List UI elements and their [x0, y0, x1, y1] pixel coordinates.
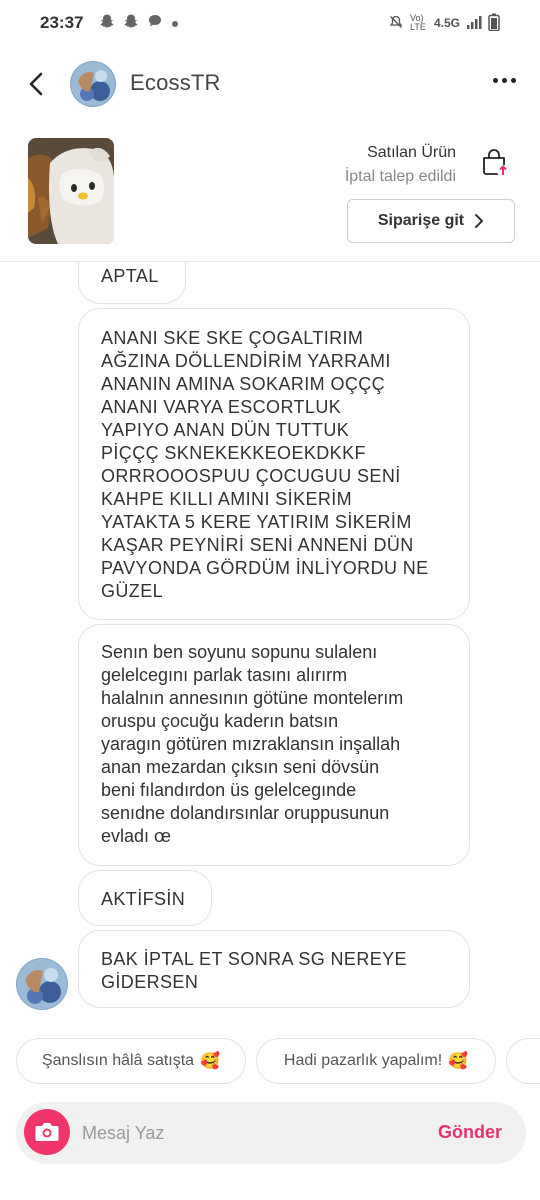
status-time: 23:37 — [40, 13, 84, 32]
system-icons: Vo) LTE 4.5G — [388, 13, 500, 34]
message-bubble[interactable]: AKTİFSİN — [78, 870, 212, 926]
message-bubble[interactable]: APTAL — [78, 262, 186, 304]
more-dot — [502, 78, 507, 83]
chat-bubble-icon — [147, 13, 163, 33]
product-image[interactable] — [28, 138, 114, 244]
message-input[interactable] — [82, 1114, 412, 1152]
send-button[interactable]: Gönder — [438, 1122, 502, 1143]
shopping-bag-icon — [480, 148, 510, 178]
battery-icon — [488, 13, 500, 34]
sender-avatar[interactable] — [16, 958, 68, 1010]
snapchat-icon — [123, 13, 139, 33]
message-text: AKTİFSİN — [101, 889, 186, 909]
order-status-label: İptal talep edildi — [344, 168, 456, 185]
go-to-order-button[interactable]: Siparişe git — [347, 199, 515, 243]
message-bubble[interactable]: ANANI SKE SKE ÇOGALTIRIM AĞZINA DÖLLENDİ… — [78, 308, 470, 620]
back-button[interactable] — [22, 68, 50, 100]
quick-reply-label: Hadi pazarlık yapalım! — [283, 1052, 443, 1069]
more-dot — [493, 78, 498, 83]
mute-icon — [388, 14, 404, 33]
quick-replies: Şanslısın hâlâ satışta 🥰 Hadi pazarlık y… — [0, 1038, 540, 1084]
message-list[interactable]: APTAL ANANI SKE SKE ÇOGALTIRIM AĞZINA DÖ… — [0, 262, 540, 1014]
message-composer: Gönder — [16, 1102, 526, 1164]
quick-reply-chip[interactable]: Şanslısın hâlâ satışta 🥰 — [16, 1038, 246, 1084]
message-text: BAK İPTAL ET SONRA SG NEREYE GİDERSEN — [101, 949, 407, 992]
camera-button[interactable] — [24, 1109, 70, 1155]
notification-icons — [99, 13, 179, 33]
chevron-left-icon — [29, 72, 43, 96]
chat-title[interactable]: EcossTR — [130, 70, 221, 96]
quick-reply-label: Şanslısın hâlâ satışta — [41, 1052, 195, 1069]
chat-header: EcossTR — [0, 50, 540, 120]
volte-label: Vo) LTE — [409, 13, 426, 32]
message-bubble[interactable]: Senın ben soyunu sopunu sulalenı gelelce… — [78, 624, 470, 866]
dot-icon — [171, 15, 179, 32]
status-bar: 23:37 Vo) LTE 4.5G — [0, 0, 540, 46]
smiling-hearts-emoji: 🥰 — [200, 1053, 220, 1070]
quick-reply-chip[interactable]: Hadi pazarlık yapalım! 🥰 — [256, 1038, 496, 1084]
message-bubble[interactable]: BAK İPTAL ET SONRA SG NEREYE GİDERSEN — [78, 930, 470, 1008]
product-card: Satılan Ürün İptal talep edildi Siparişe… — [0, 128, 540, 262]
signal-icon — [466, 15, 482, 32]
avatar[interactable] — [70, 61, 116, 107]
chevron-right-icon — [475, 214, 484, 228]
more-options-button[interactable] — [493, 78, 516, 83]
quick-reply-chip-partial[interactable] — [506, 1038, 540, 1084]
message-text: APTAL — [101, 266, 159, 286]
smiling-hearts-emoji: 🥰 — [448, 1053, 469, 1070]
go-to-order-label: Siparişe git — [377, 212, 465, 229]
network-type: 4.5G — [433, 16, 460, 30]
camera-icon — [35, 1123, 59, 1141]
sold-product-label: Satılan Ürün — [367, 144, 456, 161]
message-text: ANANI SKE SKE ÇOGALTIRIM AĞZINA DÖLLENDİ… — [101, 328, 429, 601]
snapchat-icon — [99, 13, 115, 33]
message-text: Senın ben soyunu sopunu sulalenı gelelce… — [101, 642, 404, 846]
more-dot — [511, 78, 516, 83]
